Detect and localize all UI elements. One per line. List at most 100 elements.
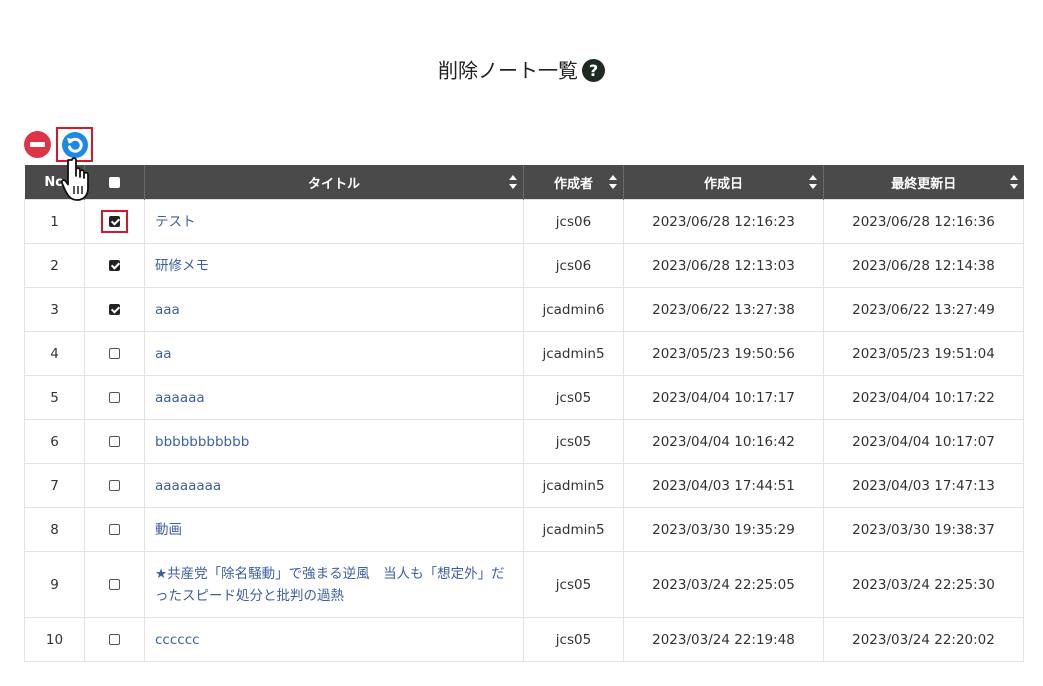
row-created: 2023/06/22 13:27:38 — [623, 287, 824, 332]
row-no: 1 — [24, 199, 85, 244]
table-row: 1 テスト jcs06 2023/06/28 12:16:23 2023/06/… — [24, 199, 1024, 244]
row-title-cell: 研修メモ — [144, 243, 524, 288]
table-row: 10 cccccc jcs05 2023/03/24 22:19:48 2023… — [24, 617, 1024, 662]
table-row: 3 aaa jcadmin6 2023/06/22 13:27:38 2023/… — [24, 287, 1024, 332]
note-title-link[interactable]: bbbbbbbbbbb — [155, 434, 249, 450]
column-header-author-label: 作成者 — [553, 176, 593, 192]
row-created: 2023/05/23 19:50:56 — [623, 331, 824, 376]
row-select-cell — [84, 419, 145, 464]
sort-icon[interactable] — [509, 175, 517, 189]
row-updated: 2023/06/28 12:16:36 — [823, 199, 1024, 244]
row-checkbox[interactable] — [109, 524, 120, 535]
table-row: 9 ★共産党「除名騒動」で強まる逆風 当人も「想定外」だったスピード処分と批判の… — [24, 551, 1024, 618]
row-title-cell: ★共産党「除名騒動」で強まる逆風 当人も「想定外」だったスピード処分と批判の過熱 — [144, 551, 524, 618]
row-author: jcs05 — [523, 419, 624, 464]
row-author: jcadmin6 — [523, 287, 624, 332]
row-no: 5 — [24, 375, 85, 420]
row-select-cell — [84, 507, 145, 552]
row-title-cell: cccccc — [144, 617, 524, 662]
column-header-updated-label: 最終更新日 — [891, 176, 957, 192]
row-checkbox[interactable] — [109, 304, 120, 315]
row-checkbox[interactable] — [109, 579, 120, 590]
table-row: 6 bbbbbbbbbbb jcs05 2023/04/04 10:16:42 … — [24, 419, 1024, 464]
column-header-title[interactable]: タイトル — [144, 165, 524, 200]
row-select-cell — [84, 331, 145, 376]
column-header-updated[interactable]: 最終更新日 — [823, 165, 1024, 200]
row-author: jcs06 — [523, 243, 624, 288]
row-updated: 2023/06/28 12:14:38 — [823, 243, 1024, 288]
column-header-title-label: タイトル — [307, 176, 360, 192]
column-header-author[interactable]: 作成者 — [523, 165, 624, 200]
row-created: 2023/03/24 22:25:05 — [623, 551, 824, 618]
row-checkbox[interactable] — [109, 480, 120, 491]
row-checkbox[interactable] — [109, 634, 120, 645]
sort-icon[interactable] — [809, 175, 817, 189]
row-created: 2023/04/03 17:44:51 — [623, 463, 824, 508]
row-updated: 2023/03/30 19:38:37 — [823, 507, 1024, 552]
row-title-cell: aaaaaa — [144, 375, 524, 420]
page-title-text: 削除ノート一覧 — [438, 58, 578, 83]
row-updated: 2023/04/04 10:17:22 — [823, 375, 1024, 420]
row-title-cell: 動画 — [144, 507, 524, 552]
row-no: 8 — [24, 507, 85, 552]
row-author: jcadmin5 — [523, 331, 624, 376]
row-author: jcs05 — [523, 375, 624, 420]
row-created: 2023/03/30 19:35:29 — [623, 507, 824, 552]
note-title-link[interactable]: 研修メモ — [155, 258, 209, 274]
row-author: jcs05 — [523, 617, 624, 662]
table-row: 8 動画 jcadmin5 2023/03/30 19:35:29 2023/0… — [24, 507, 1024, 552]
row-updated: 2023/06/22 13:27:49 — [823, 287, 1024, 332]
row-checkbox[interactable] — [109, 216, 120, 227]
delete-button[interactable] — [24, 131, 51, 158]
note-title-link[interactable]: 動画 — [155, 522, 182, 538]
row-select-cell — [84, 617, 145, 662]
sort-icon[interactable] — [1009, 175, 1018, 189]
note-title-link[interactable]: aaaaaaaa — [155, 478, 221, 494]
row-title-cell: aaaaaaaa — [144, 463, 524, 508]
table-row: 4 aa jcadmin5 2023/05/23 19:50:56 2023/0… — [24, 331, 1024, 376]
note-title-link[interactable]: aaa — [155, 302, 180, 318]
page-title: 削除ノート一覧? — [0, 54, 1043, 84]
column-header-created-label: 作成日 — [703, 176, 743, 192]
row-author: jcs06 — [523, 199, 624, 244]
row-updated: 2023/04/03 17:47:13 — [823, 463, 1024, 508]
table-row: 7 aaaaaaaa jcadmin5 2023/04/03 17:44:51 … — [24, 463, 1024, 508]
note-title-link[interactable]: aaaaaa — [155, 390, 205, 406]
note-title-link[interactable]: aa — [155, 346, 172, 362]
note-title-link[interactable]: cccccc — [155, 632, 200, 648]
row-no: 7 — [24, 463, 85, 508]
row-created: 2023/06/28 12:13:03 — [623, 243, 824, 288]
row-no: 10 — [24, 617, 85, 662]
row-created: 2023/03/24 22:19:48 — [623, 617, 824, 662]
row-title-cell: bbbbbbbbbbb — [144, 419, 524, 464]
row-created: 2023/04/04 10:17:17 — [623, 375, 824, 420]
row-select-cell — [84, 375, 145, 420]
question-circle-icon[interactable]: ? — [582, 59, 605, 82]
table-header-row: No タイトル 作成者 作成日 最終更新日 — [24, 165, 1024, 200]
row-title-cell: テスト — [144, 199, 524, 244]
row-checkbox[interactable] — [109, 348, 120, 359]
row-select-cell — [84, 463, 145, 508]
note-title-link[interactable]: テスト — [155, 214, 196, 230]
row-updated: 2023/03/24 22:20:02 — [823, 617, 1024, 662]
row-checkbox[interactable] — [109, 392, 120, 403]
row-no: 2 — [24, 243, 85, 288]
undo-circle-icon — [62, 132, 88, 158]
select-all-checkbox[interactable] — [109, 176, 120, 188]
table-row: 5 aaaaaa jcs05 2023/04/04 10:17:17 2023/… — [24, 375, 1024, 420]
row-select-cell — [84, 199, 145, 244]
column-header-created[interactable]: 作成日 — [623, 165, 824, 200]
note-title-link[interactable]: ★共産党「除名騒動」で強まる逆風 当人も「想定外」だったスピード処分と批判の過熱 — [155, 566, 505, 604]
row-title-cell: aa — [144, 331, 524, 376]
row-updated: 2023/05/23 19:51:04 — [823, 331, 1024, 376]
row-checkbox[interactable] — [109, 260, 120, 271]
row-created: 2023/04/04 10:16:42 — [623, 419, 824, 464]
deleted-notes-table: No タイトル 作成者 作成日 最終更新日 1 テスト jcs06 2023/0… — [24, 165, 1024, 662]
checkbox-highlight — [101, 210, 128, 233]
table-row: 2 研修メモ jcs06 2023/06/28 12:13:03 2023/06… — [24, 243, 1024, 288]
row-checkbox[interactable] — [109, 436, 120, 447]
sort-icon[interactable] — [609, 175, 617, 189]
row-select-cell — [84, 287, 145, 332]
row-updated: 2023/04/04 10:17:07 — [823, 419, 1024, 464]
row-no: 3 — [24, 287, 85, 332]
